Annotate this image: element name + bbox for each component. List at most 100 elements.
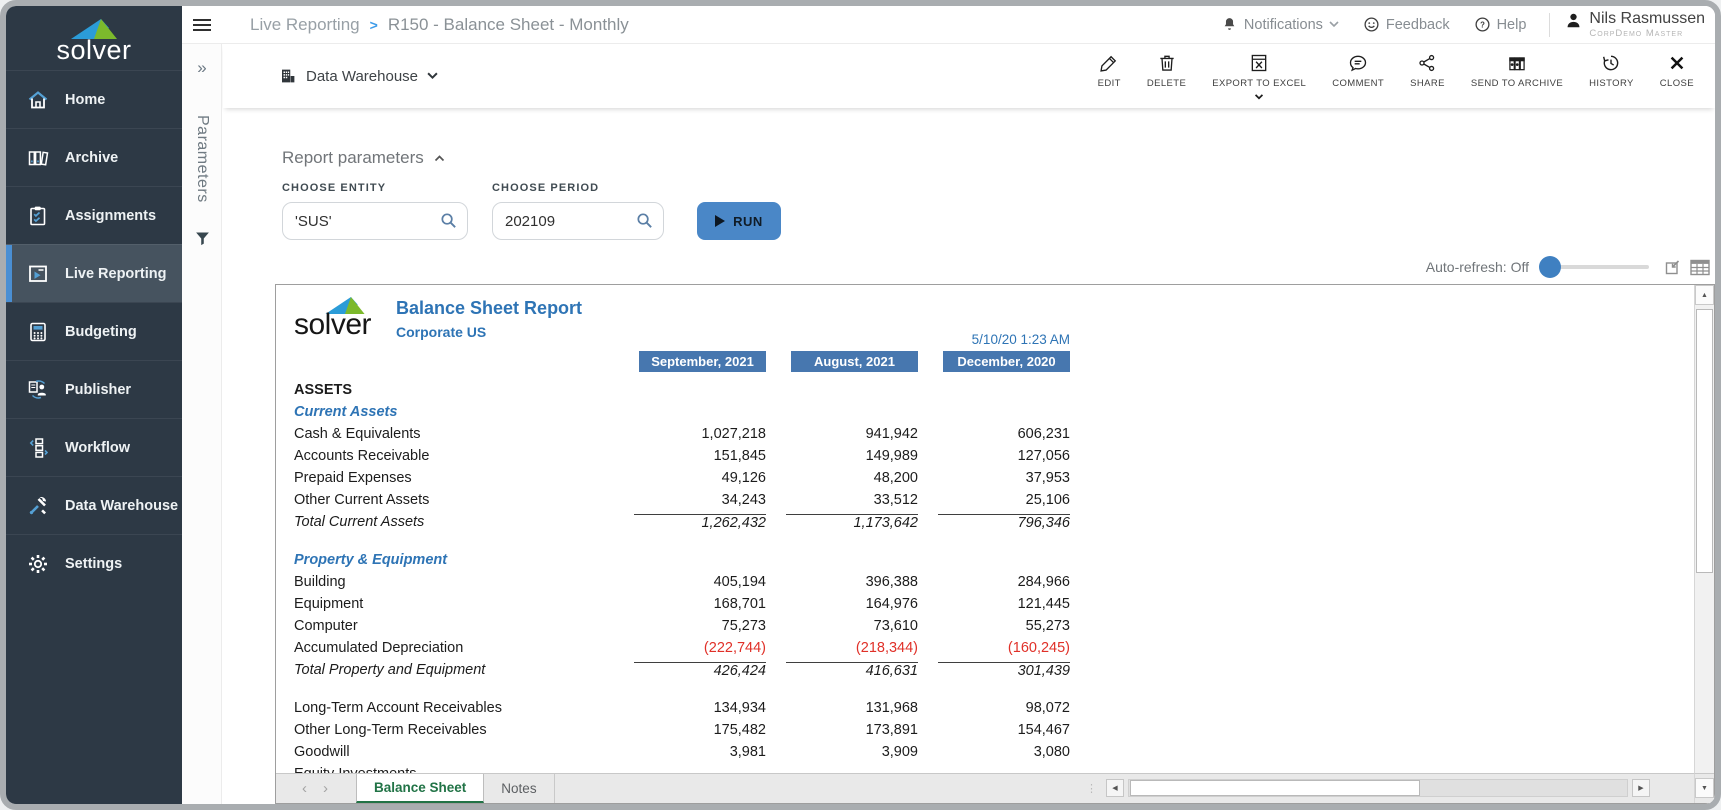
delete-label: DELETE xyxy=(1147,78,1186,89)
popout-icon[interactable] xyxy=(1665,259,1681,275)
notifications-label: Notifications xyxy=(1244,17,1323,33)
data-source-dropdown[interactable]: Data Warehouse xyxy=(279,67,438,85)
row-value: 3,909 xyxy=(786,744,918,760)
row-value: 396,388 xyxy=(786,574,918,590)
report-subtitle: Corporate US xyxy=(396,324,486,340)
chevron-down-icon xyxy=(427,72,438,80)
close-button[interactable]: CLOSE xyxy=(1647,47,1707,95)
edit-label: EDIT xyxy=(1098,78,1121,89)
row-value: 49,126 xyxy=(634,470,766,486)
scrollbar-corner: ▼ xyxy=(1694,773,1714,803)
tab-notes[interactable]: Notes xyxy=(484,774,554,803)
sidebar-item-workflow[interactable]: Workflow xyxy=(6,418,182,476)
report-toolbar: Data Warehouse EDIT DELETE xyxy=(223,44,1715,108)
row-value: (222,744) xyxy=(634,640,766,656)
report-logo-text: solver xyxy=(294,310,371,340)
horizontal-scrollbar-thumb[interactable] xyxy=(1130,780,1420,796)
sidebar: solver Home Archive xyxy=(6,6,182,804)
horizontal-scrollbar-track[interactable] xyxy=(1128,779,1628,797)
run-button[interactable]: RUN xyxy=(697,202,781,240)
row-value: 426,424 xyxy=(634,662,766,679)
sidebar-item-label: Live Reporting xyxy=(65,266,167,282)
table-row: Accumulated Depreciation (222,744) (218,… xyxy=(294,637,1694,659)
row-value: 405,194 xyxy=(634,574,766,590)
comment-button[interactable]: COMMENT xyxy=(1319,47,1397,95)
hamburger-menu-icon[interactable] xyxy=(182,18,222,32)
breadcrumb-separator: > xyxy=(370,17,378,33)
double-chevron-right-icon[interactable]: » xyxy=(182,58,222,78)
row-value: (160,245) xyxy=(938,640,1070,656)
search-icon[interactable] xyxy=(439,211,458,230)
edit-button[interactable]: EDIT xyxy=(1085,47,1134,95)
report-header: solver Balance Sheet Report Corporate US… xyxy=(294,295,1694,349)
sidebar-item-label: Budgeting xyxy=(65,324,137,340)
user-menu[interactable]: Nils Rasmussen CorpDemo Master xyxy=(1564,11,1705,39)
report-viewer: solver Balance Sheet Report Corporate US… xyxy=(275,284,1715,804)
help-button[interactable]: ? Help xyxy=(1465,16,1536,33)
vertical-scrollbar-thumb[interactable] xyxy=(1696,309,1713,573)
breadcrumb: Live Reporting > R150 - Balance Sheet - … xyxy=(250,15,629,35)
horizontal-scrollbar[interactable]: ⋮ ◀ ▶ xyxy=(1086,779,1650,797)
parameters-rail-label[interactable]: Parameters xyxy=(182,94,222,224)
assignments-icon xyxy=(26,204,50,228)
main-content: Report parameters CHOOSE ENTITY CHOOSE P… xyxy=(223,108,1715,804)
send-to-archive-button[interactable]: SEND TO ARCHIVE xyxy=(1458,47,1576,95)
sidebar-item-data-warehouse[interactable]: Data Warehouse xyxy=(6,476,182,534)
sheet-nav-right-icon[interactable]: › xyxy=(323,780,328,797)
live-reporting-icon xyxy=(26,262,50,286)
row-value: 168,701 xyxy=(634,596,766,612)
history-button[interactable]: HISTORY xyxy=(1576,47,1647,95)
period-field-label: CHOOSE PERIOD xyxy=(492,182,664,194)
funnel-icon[interactable] xyxy=(182,230,222,247)
auto-refresh-slider[interactable] xyxy=(1541,265,1649,269)
breadcrumb-section[interactable]: Live Reporting xyxy=(250,15,360,35)
row-label: Goodwill xyxy=(294,744,614,760)
bell-icon xyxy=(1221,16,1238,33)
row-label: Current Assets xyxy=(294,404,614,420)
scroll-right-button[interactable]: ▶ xyxy=(1632,779,1650,797)
auto-refresh-label: Auto-refresh: Off xyxy=(1426,259,1529,275)
user-role: CorpDemo Master xyxy=(1589,29,1705,39)
scroll-up-button[interactable]: ▲ xyxy=(1695,285,1714,305)
scroll-down-button[interactable]: ▼ xyxy=(1695,778,1714,798)
report-parameters-toggle[interactable]: Report parameters xyxy=(282,148,1715,168)
vertical-scrollbar[interactable]: ▲ xyxy=(1694,285,1714,773)
entity-field-label: CHOOSE ENTITY xyxy=(282,182,468,194)
column-header: December, 2020 xyxy=(943,351,1070,372)
user-name: Nils Rasmussen xyxy=(1589,11,1705,27)
chevron-up-icon xyxy=(434,155,445,162)
table-row: Property & Equipment xyxy=(294,549,1694,571)
sidebar-item-home[interactable]: Home xyxy=(6,70,182,128)
table-view-icon[interactable] xyxy=(1690,259,1710,276)
feedback-button[interactable]: Feedback xyxy=(1354,16,1459,33)
auto-refresh-slider-knob[interactable] xyxy=(1539,256,1561,278)
sidebar-item-live-reporting[interactable]: Live Reporting xyxy=(6,244,182,302)
row-value: 151,845 xyxy=(634,448,766,464)
row-value: 48,200 xyxy=(786,470,918,486)
search-icon[interactable] xyxy=(635,211,654,230)
sidebar-item-archive[interactable]: Archive xyxy=(6,128,182,186)
sidebar-item-budgeting[interactable]: Budgeting xyxy=(6,302,182,360)
tab-balance-sheet[interactable]: Balance Sheet xyxy=(356,774,484,803)
share-button[interactable]: SHARE xyxy=(1397,47,1458,95)
toolbar-actions: EDIT DELETE EXPORT TO EXCEL xyxy=(1085,47,1715,106)
table-row: ASSETS xyxy=(294,379,1694,401)
row-label: Computer xyxy=(294,618,614,634)
sidebar-item-publisher[interactable]: Publisher xyxy=(6,360,182,418)
sidebar-item-settings[interactable]: Settings xyxy=(6,534,182,592)
scrollbar-drag-handle[interactable]: ⋮ xyxy=(1086,782,1098,795)
smiley-icon xyxy=(1363,16,1380,33)
sheet-nav-left-icon[interactable]: ‹ xyxy=(302,780,307,797)
table-row: Total Property and Equipment 426,424 416… xyxy=(294,659,1694,681)
sidebar-item-label: Publisher xyxy=(65,382,131,398)
share-icon xyxy=(1417,53,1437,73)
row-value: 134,934 xyxy=(634,700,766,716)
notifications-button[interactable]: Notifications xyxy=(1212,16,1348,33)
scroll-left-button[interactable]: ◀ xyxy=(1106,779,1124,797)
row-label: Equipment xyxy=(294,596,614,612)
table-row xyxy=(294,681,1694,697)
export-to-excel-button[interactable]: EXPORT TO EXCEL xyxy=(1199,47,1319,106)
sidebar-item-assignments[interactable]: Assignments xyxy=(6,186,182,244)
delete-button[interactable]: DELETE xyxy=(1134,47,1199,95)
row-value: 941,942 xyxy=(786,426,918,442)
